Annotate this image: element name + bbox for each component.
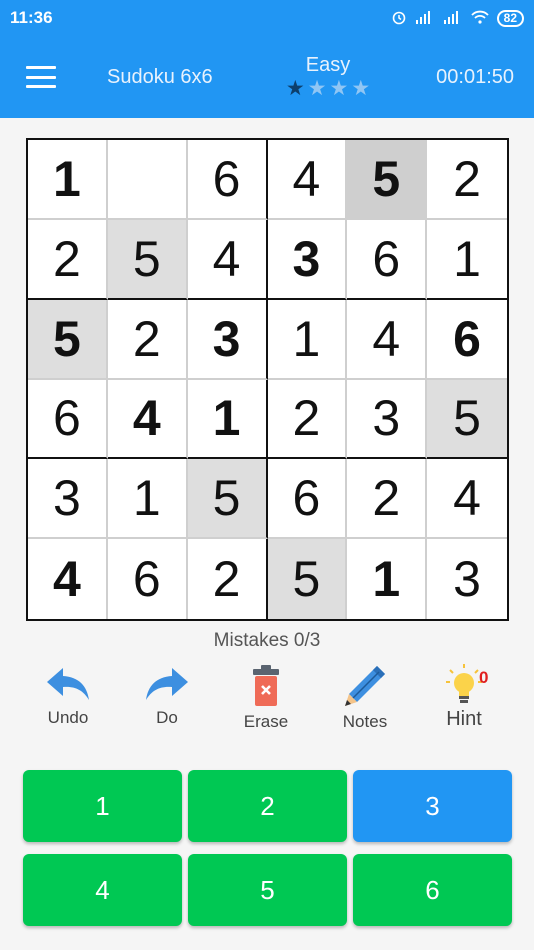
hint-label: Hint (446, 708, 482, 730)
star-icon: ★ (285, 77, 305, 100)
board-cell[interactable]: 1 (267, 299, 348, 380)
board-cell[interactable]: 2 (347, 459, 428, 540)
board-cell[interactable]: 4 (267, 140, 348, 220)
trash-icon (253, 665, 279, 706)
number-button-1[interactable]: 1 (23, 770, 182, 842)
board-cell[interactable]: 4 (427, 459, 507, 540)
status-bar: 11:36 82 (0, 0, 534, 36)
hint-button[interactable]: 0 Hint (419, 664, 509, 740)
notes-button[interactable]: Notes (320, 664, 410, 740)
board-cell[interactable]: 6 (347, 219, 428, 300)
signal-icon (415, 10, 435, 27)
board-cell[interactable]: 1 (347, 539, 428, 619)
board-cell[interactable]: 2 (28, 219, 108, 300)
star-icon: ★ (307, 77, 327, 100)
board-cell[interactable]: 2 (188, 539, 268, 619)
notes-label: Notes (342, 712, 388, 731)
board-cell[interactable]: 4 (347, 299, 428, 380)
star-icon: ★ (351, 77, 371, 100)
board-cell[interactable]: 3 (187, 299, 268, 380)
undo-button[interactable]: Undo (23, 664, 113, 740)
pencil-icon (345, 666, 385, 706)
number-button-6[interactable]: 6 (353, 854, 512, 926)
toolbar: Undo Do Erase Notes 0 Hint (0, 664, 534, 744)
board-cell[interactable]: 1 (427, 220, 507, 300)
board-cell[interactable]: 6 (108, 539, 188, 619)
board-cell[interactable]: 5 (107, 219, 188, 300)
app-bar: Sudoku 6x6 Easy ★ ★ ★ ★ 00:01:50 (0, 36, 534, 118)
undo-icon (47, 668, 89, 700)
undo-label: Undo (47, 708, 89, 727)
board-cell[interactable]: 6 (187, 140, 268, 220)
board-cell[interactable]: 1 (187, 379, 268, 460)
mistakes-counter: Mistakes 0/3 (213, 630, 321, 651)
board-cell[interactable]: 2 (267, 379, 348, 460)
status-icons: 82 (391, 9, 524, 28)
difficulty-indicator: Easy ★ ★ ★ ★ (280, 54, 376, 100)
board-cell[interactable]: 1 (107, 459, 188, 540)
wifi-icon (470, 10, 489, 27)
board-cell[interactable]: 5 (267, 539, 348, 619)
board-cell[interactable]: 5 (427, 379, 507, 460)
board-cell[interactable]: 5 (347, 140, 428, 220)
board-cell[interactable]: 4 (187, 219, 268, 300)
board-cell[interactable]: 6 (28, 379, 108, 460)
erase-label: Erase (243, 712, 289, 731)
number-button-5[interactable]: 5 (188, 854, 347, 926)
star-icon: ★ (329, 77, 349, 100)
board-cell[interactable]: 4 (28, 539, 108, 619)
board-cell[interactable]: 2 (427, 140, 507, 220)
battery-icon: 82 (496, 9, 524, 27)
difficulty-label: Easy (305, 54, 351, 76)
hint-count-badge: 0 (479, 668, 489, 687)
number-button-2[interactable]: 2 (188, 770, 347, 842)
board-cell[interactable]: 5 (28, 299, 108, 380)
board-cell[interactable]: 3 (267, 219, 348, 300)
redo-label: Do (156, 708, 178, 727)
number-pad: 123 456 (23, 770, 512, 926)
redo-icon (146, 668, 188, 700)
board-cell[interactable] (107, 140, 188, 220)
signal-icon-2 (443, 10, 463, 27)
alarm-icon (391, 9, 407, 28)
erase-button[interactable]: Erase (221, 664, 311, 740)
board-cell[interactable]: 3 (427, 539, 507, 619)
redo-button[interactable]: Do (122, 664, 212, 740)
board-cell[interactable]: 3 (28, 459, 108, 540)
board-cell[interactable]: 6 (267, 459, 348, 540)
board-cell[interactable]: 3 (347, 379, 428, 460)
board-cell[interactable]: 5 (187, 459, 268, 540)
sudoku-board: 16452254361523146641235315624462513 (26, 138, 509, 621)
lightbulb-icon (446, 664, 482, 703)
game-timer: 00:01:50 (436, 66, 514, 88)
difficulty-stars: ★ ★ ★ ★ (280, 78, 376, 100)
status-time: 11:36 (10, 8, 53, 27)
board-cell[interactable]: 6 (427, 300, 507, 380)
menu-icon[interactable] (26, 66, 56, 88)
app-title: Sudoku 6x6 (107, 66, 213, 88)
number-button-4[interactable]: 4 (23, 854, 182, 926)
board-cell[interactable]: 4 (107, 379, 188, 460)
board-cell[interactable]: 1 (28, 140, 108, 220)
board-cell[interactable]: 2 (107, 299, 188, 380)
number-button-3[interactable]: 3 (353, 770, 512, 842)
